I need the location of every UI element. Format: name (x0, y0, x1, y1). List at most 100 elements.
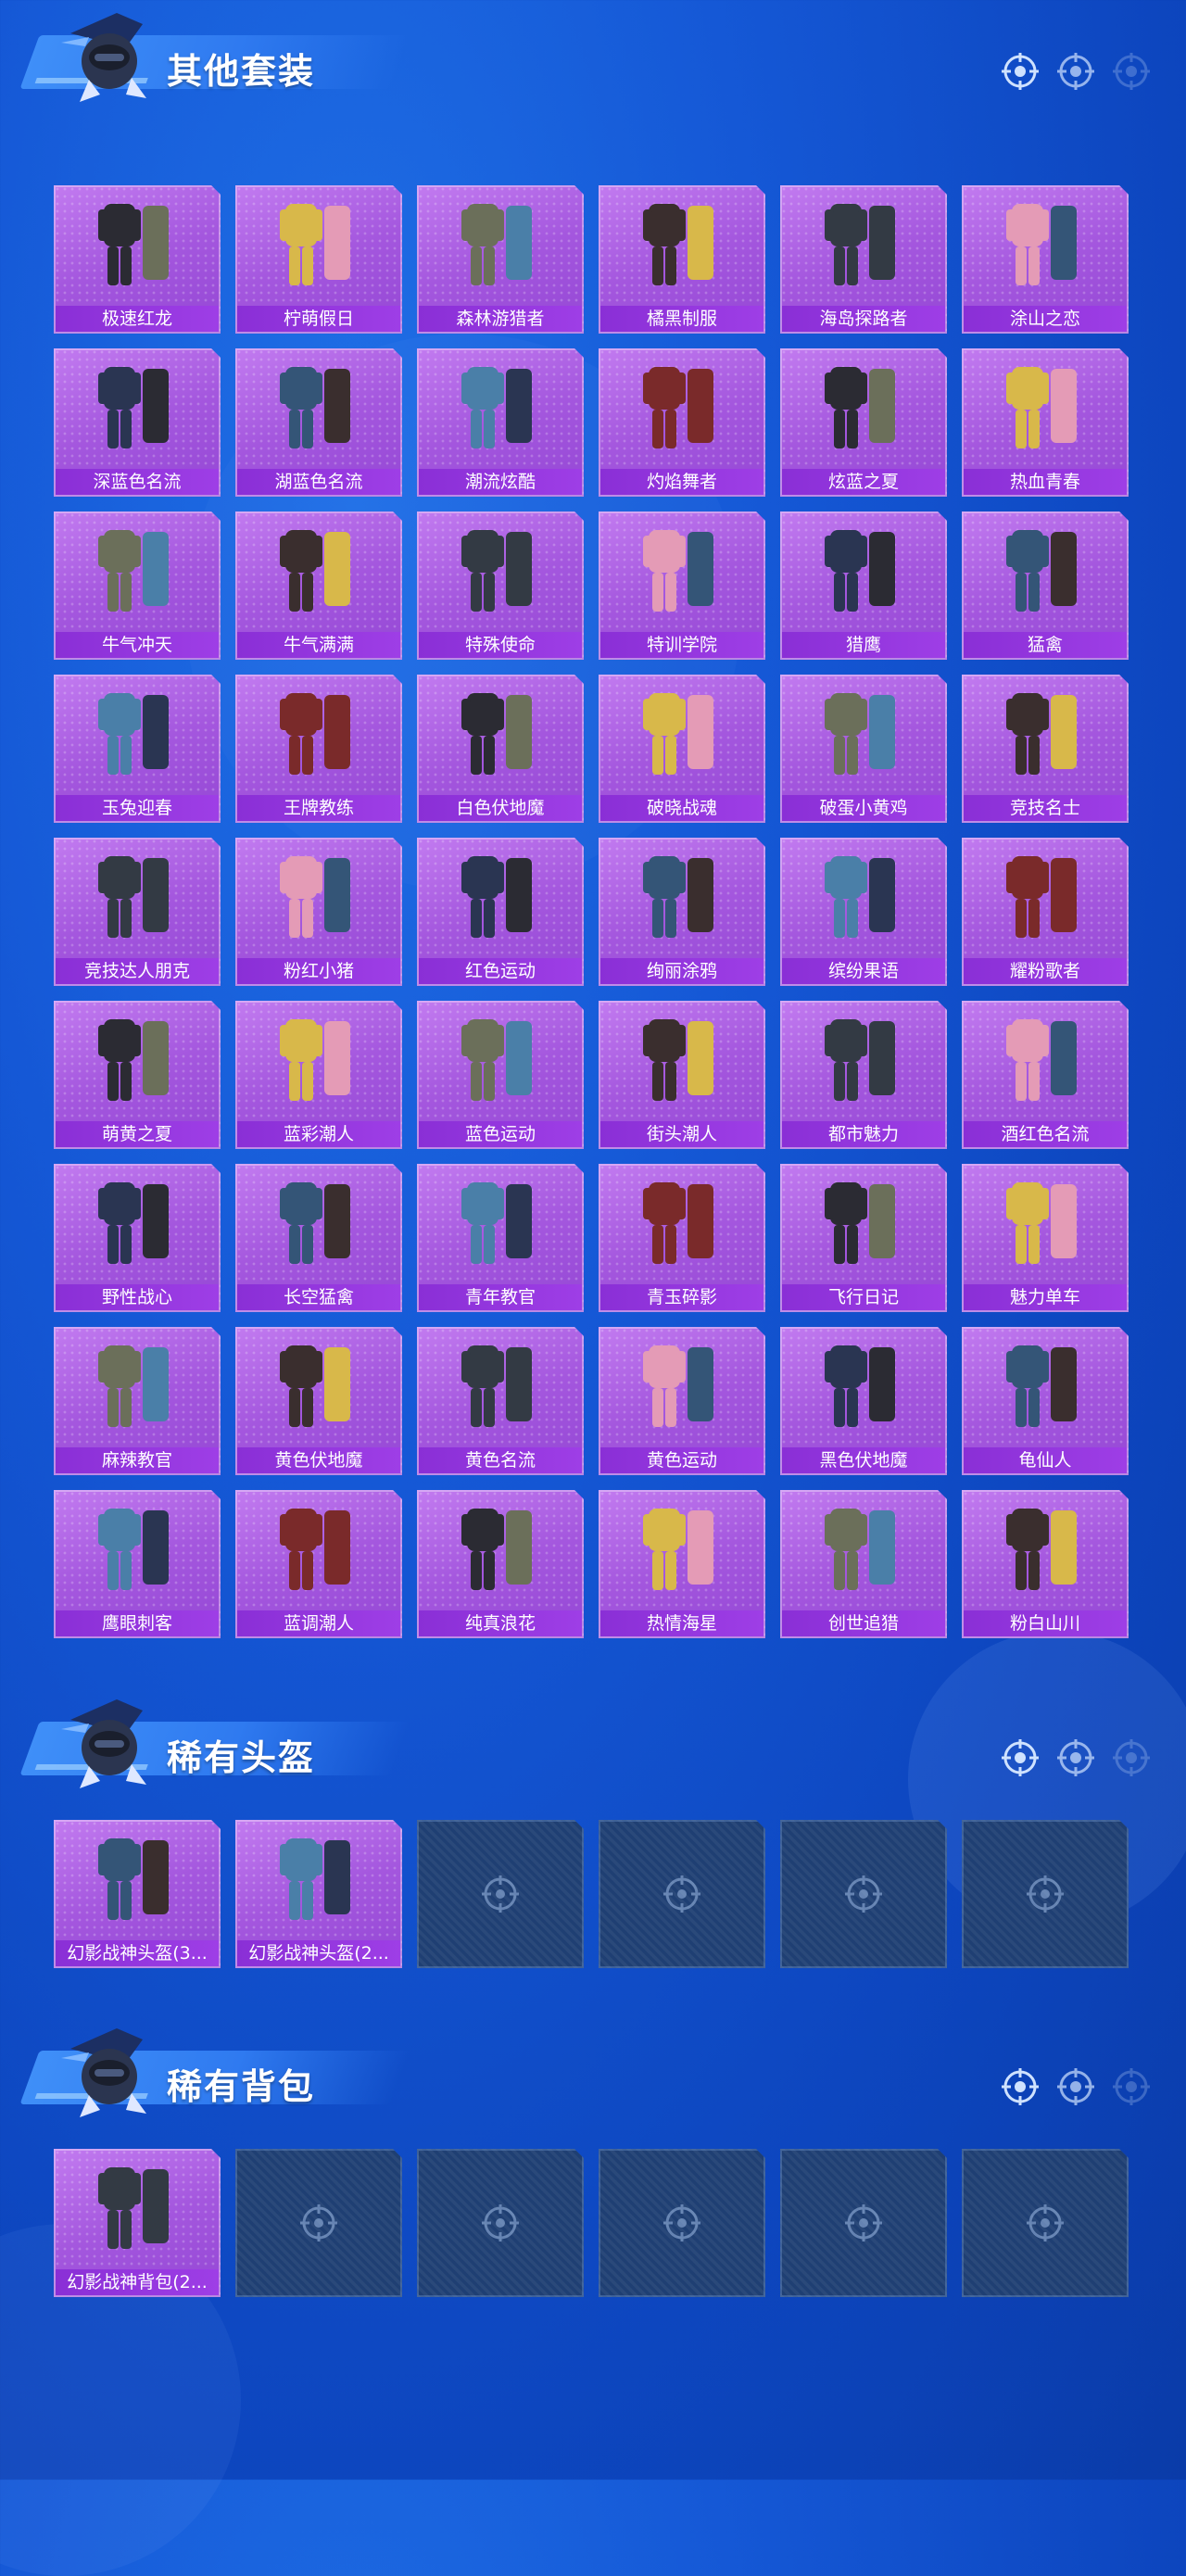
outfit-image (454, 684, 547, 786)
item-card[interactable]: 粉红小猪 (235, 838, 402, 986)
item-card[interactable]: 酒红色名流 (962, 1001, 1129, 1149)
item-card[interactable]: 热血青春 (962, 348, 1129, 497)
item-card[interactable]: 飞行日记 (780, 1164, 947, 1312)
item-card[interactable]: 热情海星 (599, 1490, 765, 1638)
backpack-grid: 幻影战神背包(2... (54, 2149, 1129, 2297)
item-card[interactable]: 黄色运动 (599, 1327, 765, 1475)
crosshair-icon (1002, 1739, 1039, 1776)
outfit-image (272, 358, 365, 460)
item-card[interactable]: 破蛋小黄鸡 (780, 675, 947, 823)
item-label: 黄色伏地魔 (237, 1447, 400, 1473)
item-card[interactable]: 竞技名士 (962, 675, 1129, 823)
item-card[interactable]: 创世追猎 (780, 1490, 947, 1638)
item-card[interactable]: 缤纷果语 (780, 838, 947, 986)
item-card[interactable]: 海岛探路者 (780, 185, 947, 334)
item-card[interactable]: 猎鹰 (780, 511, 947, 660)
item-label: 猛禽 (964, 632, 1127, 658)
outfit-image (636, 1336, 728, 1438)
item-label: 蓝色运动 (419, 1121, 582, 1147)
item-card[interactable]: 猛禽 (962, 511, 1129, 660)
item-card[interactable]: 青年教官 (417, 1164, 584, 1312)
item-card[interactable]: 白色伏地魔 (417, 675, 584, 823)
item-card[interactable]: 鹰眼刺客 (54, 1490, 221, 1638)
item-card[interactable]: 涂山之恋 (962, 185, 1129, 334)
outfit-image (636, 1010, 728, 1112)
item-label: 炫蓝之夏 (782, 469, 945, 495)
crosshair-icon (1057, 53, 1094, 90)
item-card[interactable]: 幻影战神头盔(2... (235, 1820, 402, 1968)
item-card[interactable]: 深蓝色名流 (54, 348, 221, 497)
item-label: 海岛探路者 (782, 306, 945, 332)
item-card[interactable]: 红色运动 (417, 838, 584, 986)
crosshair-placeholder-icon (480, 2203, 521, 2243)
item-card[interactable]: 森林游猎者 (417, 185, 584, 334)
item-card[interactable]: 特训学院 (599, 511, 765, 660)
item-card[interactable]: 都市魅力 (780, 1001, 947, 1149)
item-card[interactable]: 破晓战魂 (599, 675, 765, 823)
outfit-image (454, 195, 547, 297)
item-label: 青年教官 (419, 1284, 582, 1310)
item-card[interactable]: 黄色伏地魔 (235, 1327, 402, 1475)
item-card[interactable]: 蓝彩潮人 (235, 1001, 402, 1149)
outfit-image (91, 684, 183, 786)
item-card[interactable]: 湖蓝色名流 (235, 348, 402, 497)
item-card[interactable]: 耀粉歌者 (962, 838, 1129, 986)
item-card[interactable]: 绚丽涂鸦 (599, 838, 765, 986)
item-card[interactable]: 麻辣教官 (54, 1327, 221, 1475)
item-card[interactable]: 炫蓝之夏 (780, 348, 947, 497)
outfit-image (817, 195, 910, 297)
outfit-image (91, 1499, 183, 1601)
item-label: 红色运动 (419, 958, 582, 984)
item-card[interactable]: 青玉碎影 (599, 1164, 765, 1312)
item-label: 湖蓝色名流 (237, 469, 400, 495)
item-card[interactable]: 黄色名流 (417, 1327, 584, 1475)
crosshair-placeholder-icon (843, 1874, 884, 1914)
item-card[interactable]: 蓝调潮人 (235, 1490, 402, 1638)
section-rare-helmets: 稀有头盔 幻影战神头盔(3... 幻影战神头盔(2... (0, 1686, 1186, 1983)
item-card[interactable]: 玉兔迎春 (54, 675, 221, 823)
item-label: 黄色名流 (419, 1447, 582, 1473)
item-card[interactable]: 魅力单车 (962, 1164, 1129, 1312)
item-card[interactable]: 野性战心 (54, 1164, 221, 1312)
outfit-image (636, 358, 728, 460)
item-card[interactable]: 幻影战神头盔(3... (54, 1820, 221, 1968)
item-label: 野性战心 (56, 1284, 219, 1310)
outfit-image (999, 1336, 1091, 1438)
item-card[interactable]: 极速红龙 (54, 185, 221, 334)
item-label: 涂山之恋 (964, 306, 1127, 332)
item-card[interactable]: 橘黑制服 (599, 185, 765, 334)
outfit-image (999, 684, 1091, 786)
item-card[interactable]: 竞技达人朋克 (54, 838, 221, 986)
item-label: 青玉碎影 (600, 1284, 763, 1310)
item-label: 幻影战神头盔(2... (237, 1940, 400, 1966)
item-card[interactable]: 龟仙人 (962, 1327, 1129, 1475)
item-card[interactable]: 纯真浪花 (417, 1490, 584, 1638)
outfit-image (454, 1010, 547, 1112)
outfit-image (91, 195, 183, 297)
helmet-grid: 幻影战神头盔(3... 幻影战神头盔(2... (54, 1820, 1129, 1968)
item-card[interactable]: 幻影战神背包(2... (54, 2149, 221, 2297)
crosshair-placeholder-icon (662, 2203, 702, 2243)
item-card[interactable]: 蓝色运动 (417, 1001, 584, 1149)
item-card[interactable]: 灼焰舞者 (599, 348, 765, 497)
outfit-image (454, 847, 547, 949)
outfit-image (817, 1010, 910, 1112)
item-label: 幻影战神背包(2... (56, 2269, 219, 2295)
item-card[interactable]: 长空猛禽 (235, 1164, 402, 1312)
section-rare-backpacks: 稀有背包 幻影战神背包(2... (0, 2015, 1186, 2312)
mascot-icon (61, 13, 146, 102)
item-card[interactable]: 黑色伏地魔 (780, 1327, 947, 1475)
item-card[interactable]: 柠萌假日 (235, 185, 402, 334)
item-card[interactable]: 牛气满满 (235, 511, 402, 660)
item-card[interactable]: 潮流炫酷 (417, 348, 584, 497)
item-label: 长空猛禽 (237, 1284, 400, 1310)
item-card[interactable]: 粉白山川 (962, 1490, 1129, 1638)
empty-slot (962, 1820, 1129, 1968)
helmet-image (91, 1829, 183, 1931)
item-card[interactable]: 特殊使命 (417, 511, 584, 660)
item-card[interactable]: 牛气冲天 (54, 511, 221, 660)
item-label: 竞技名士 (964, 795, 1127, 821)
item-card[interactable]: 街头潮人 (599, 1001, 765, 1149)
item-card[interactable]: 王牌教练 (235, 675, 402, 823)
item-card[interactable]: 萌黄之夏 (54, 1001, 221, 1149)
